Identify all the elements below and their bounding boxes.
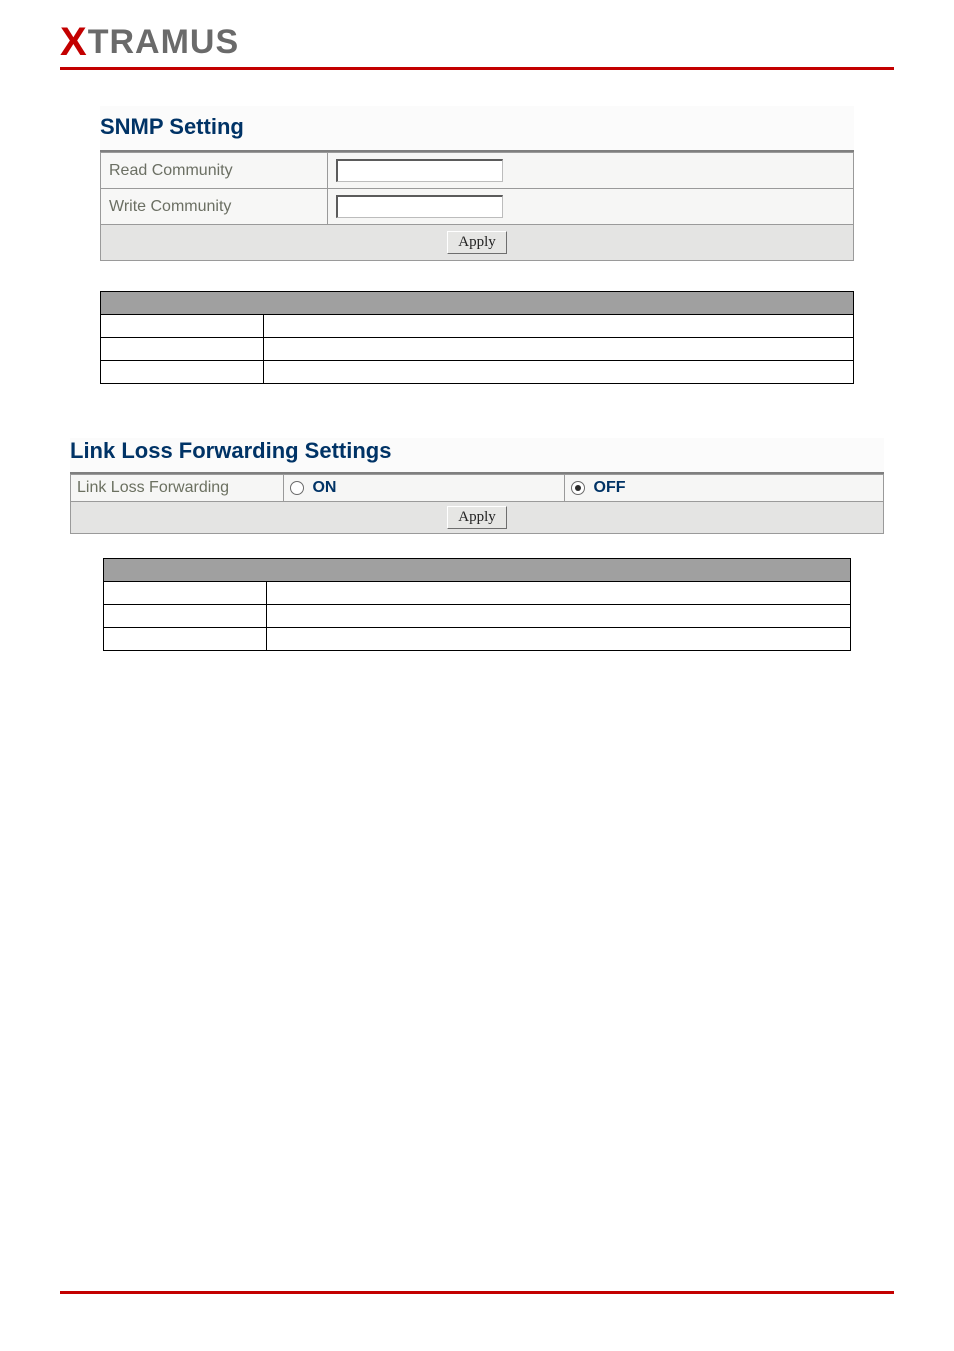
llf-desc-r1c1: [103, 582, 266, 605]
snmp-desc-header: [101, 292, 854, 315]
llf-desc-table: [103, 558, 852, 651]
snmp-desc-r3c1: [101, 361, 264, 384]
llf-desc-r2c2: [266, 605, 851, 628]
llf-off-label: OFF: [594, 479, 626, 496]
read-community-cell: [328, 153, 854, 189]
llf-table: Link Loss Forwarding ON OFF Apply: [70, 474, 884, 534]
llf-desc-header: [103, 559, 851, 582]
llf-on-cell[interactable]: ON: [284, 475, 565, 502]
brand-text: XTRAMUS: [60, 18, 239, 63]
snmp-apply-button[interactable]: Apply: [447, 231, 507, 254]
llf-row-label: Link Loss Forwarding: [71, 475, 284, 502]
llf-title: Link Loss Forwarding Settings: [70, 438, 884, 474]
snmp-desc-r1c2: [264, 315, 854, 338]
llf-on-radio[interactable]: [290, 481, 304, 495]
llf-desc-r1c2: [266, 582, 851, 605]
snmp-apply-row: Apply: [101, 225, 854, 261]
llf-apply-row: Apply: [71, 502, 884, 534]
brand-x: X: [60, 20, 88, 64]
llf-off-radio[interactable]: [571, 481, 585, 495]
header-rule: [60, 67, 894, 70]
llf-section: Link Loss Forwarding Settings Link Loss …: [70, 438, 884, 651]
llf-desc-r2c1: [103, 605, 266, 628]
brand-rest: TRAMUS: [88, 23, 239, 61]
footer-rule: [60, 1291, 894, 1294]
llf-desc-r3c1: [103, 628, 266, 651]
snmp-desc-r3c2: [264, 361, 854, 384]
snmp-desc-r2c2: [264, 338, 854, 361]
write-community-cell: [328, 189, 854, 225]
snmp-desc-table: [100, 291, 854, 384]
llf-desc-r3c2: [266, 628, 851, 651]
snmp-desc-r2c1: [101, 338, 264, 361]
snmp-title: SNMP Setting: [100, 106, 854, 152]
read-community-input[interactable]: [336, 159, 503, 182]
brand-logo: XTRAMUS: [60, 18, 894, 67]
write-community-label: Write Community: [101, 189, 328, 225]
llf-apply-button[interactable]: Apply: [447, 506, 507, 529]
llf-off-cell[interactable]: OFF: [565, 475, 884, 502]
write-community-input[interactable]: [336, 195, 503, 218]
read-community-label: Read Community: [101, 153, 328, 189]
snmp-table: Read Community Write Community Apply: [100, 152, 854, 261]
llf-on-label: ON: [312, 479, 336, 496]
snmp-desc-r1c1: [101, 315, 264, 338]
snmp-section: SNMP Setting Read Community Write Commun…: [100, 106, 854, 384]
